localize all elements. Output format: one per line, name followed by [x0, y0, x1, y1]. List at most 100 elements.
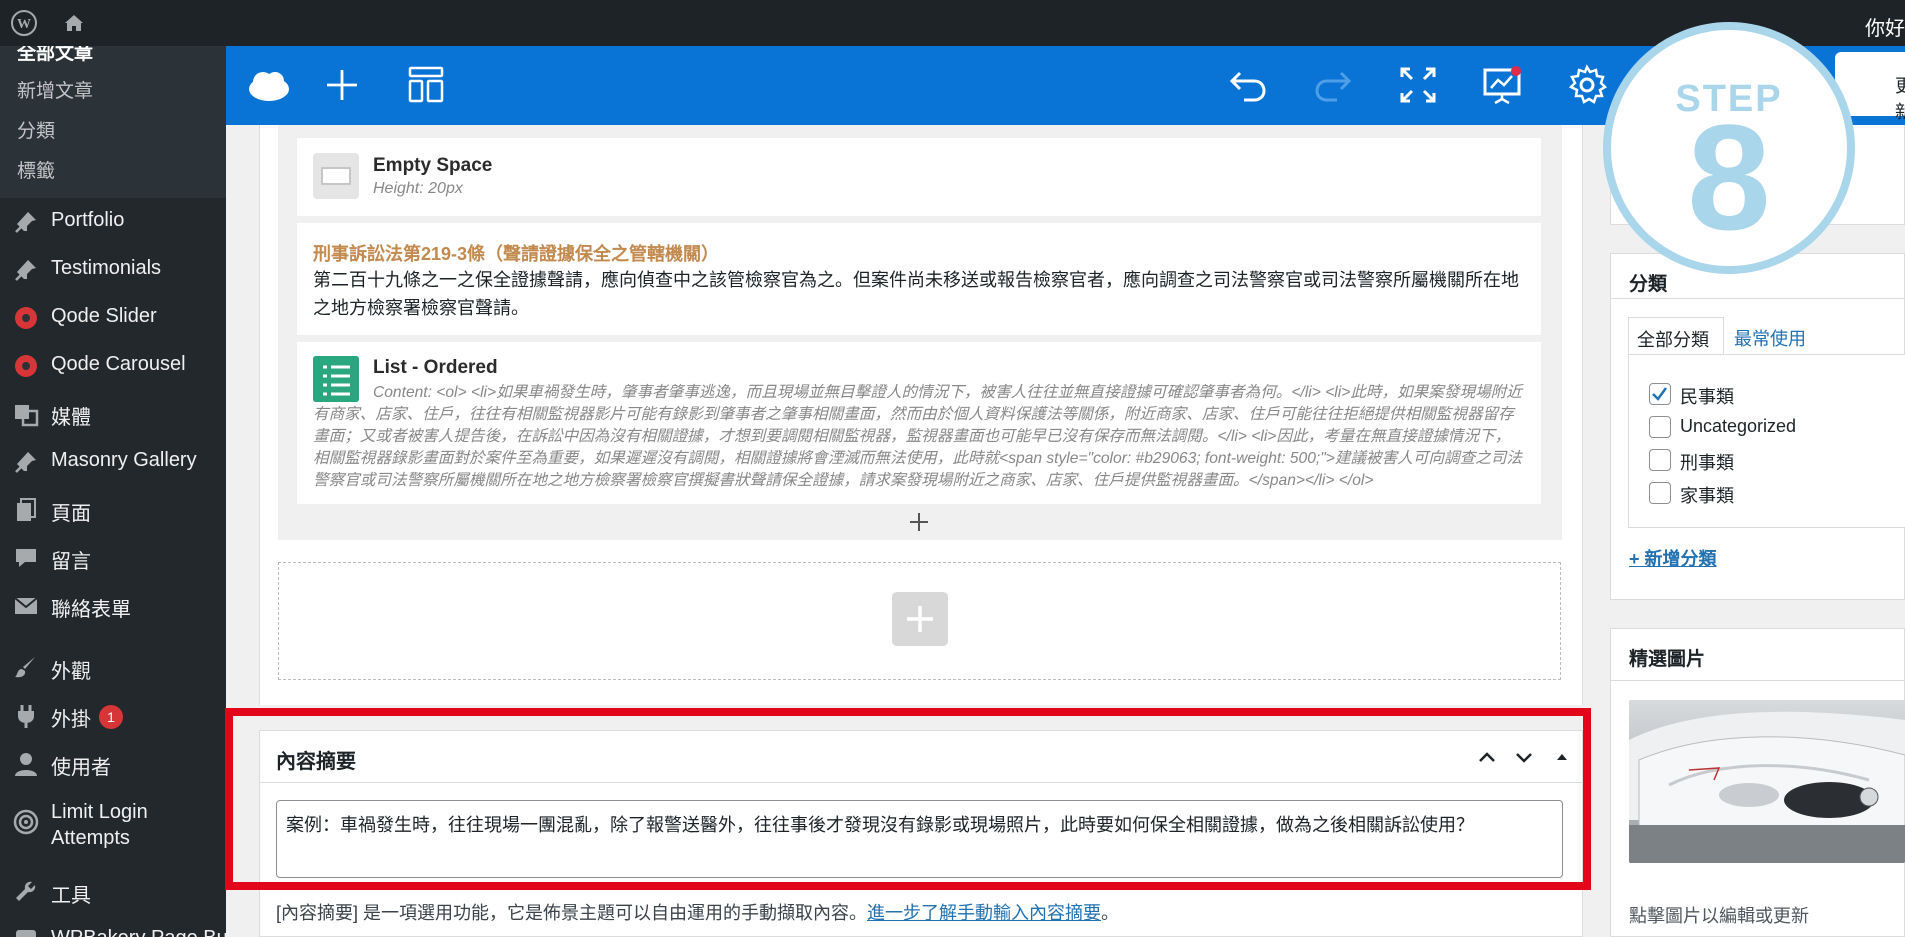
excerpt-learn-more-link[interactable]: 進一步了解手動輸入內容摘要: [867, 903, 1101, 923]
brush-icon: [15, 657, 35, 678]
sidebar-item-label: Portfolio: [51, 209, 125, 231]
builder-icon: [16, 930, 36, 937]
user-greeting[interactable]: 你好: [1865, 12, 1905, 41]
category-checkbox[interactable]: [1649, 482, 1671, 504]
categories-title: 分類: [1629, 274, 1668, 295]
add-to-row-icon[interactable]: [907, 510, 931, 534]
featured-image-hint: 點擊圖片以編輯或更新: [1629, 906, 1809, 926]
plugin-update-badge: 1: [99, 705, 123, 729]
admin-bar: W 你好: [0, 0, 1905, 46]
sidebar-item-label: Masonry Gallery: [51, 449, 197, 471]
featured-image-title: 精選圖片: [1629, 649, 1706, 670]
submenu-categories[interactable]: 分類: [17, 116, 55, 143]
sidebar-item-label: 頁面: [51, 503, 91, 525]
checkmark-icon: [1652, 387, 1668, 401]
excerpt-help-text: [內容摘要] 是一項選用功能，它是佈景主題可以自由運用的手動擷取內容。: [276, 903, 867, 923]
sidebar-item-label: WPBakery Page Builder: [51, 927, 226, 937]
empty-space-icon: [313, 153, 359, 199]
category-label: 家事類: [1680, 486, 1734, 506]
undo-icon[interactable]: [1226, 63, 1270, 107]
sidebar-item-label: 留言: [51, 551, 91, 573]
sidebar-item-testimonials[interactable]: Testimonials: [0, 247, 226, 291]
category-checkbox[interactable]: [1649, 449, 1671, 471]
sidebar-item-label: Testimonials: [51, 257, 162, 279]
featured-image-thumbnail[interactable]: [1629, 700, 1905, 863]
add-element-button[interactable]: [892, 592, 948, 646]
category-label: 民事類: [1680, 387, 1734, 407]
element-title: List - Ordered: [373, 357, 498, 378]
category-checkbox[interactable]: [1649, 383, 1671, 405]
sidebar-item-media[interactable]: 媒體: [0, 391, 226, 435]
admin-sidebar: 全部文章 新增文章 分類 標籤 Portfolio Testimonials Q…: [0, 46, 226, 937]
slider-icon: [15, 355, 37, 377]
sidebar-item-contact-form[interactable]: 聯絡表單: [0, 583, 226, 627]
sidebar-item-label: 外掛: [51, 709, 91, 731]
excerpt-help: [內容摘要] 是一項選用功能，它是佈景主題可以自由運用的手動擷取內容。進一步了解…: [276, 899, 1119, 925]
user-icon: [15, 753, 37, 776]
sidebar-item-masonry-gallery[interactable]: Masonry Gallery: [0, 439, 226, 483]
sidebar-item-portfolio[interactable]: Portfolio: [0, 199, 226, 243]
preview-icon[interactable]: [1480, 63, 1524, 107]
sidebar-item-plugins[interactable]: 外掛 1: [0, 693, 226, 737]
law-article-title: 刑事訴訟法第219-3條（聲請證據保全之管轄機關）: [313, 244, 720, 264]
plugin-icon: [18, 705, 34, 728]
sidebar-item-label: Qode Slider: [51, 305, 157, 327]
sidebar-item-tools[interactable]: 工具: [0, 869, 226, 913]
sidebar-item-comments[interactable]: 留言: [0, 535, 226, 579]
add-element-icon[interactable]: [320, 63, 364, 107]
sidebar-item-label: 工具: [51, 885, 91, 907]
category-label: 刑事類: [1680, 453, 1734, 473]
list-content-preview: Content: <ol> <li>如果車禍發生時，肇事者肇事逃逸，而且現場並無…: [313, 384, 1522, 489]
wordpress-logo-icon[interactable]: W: [10, 9, 38, 37]
sidebar-item-label: 外觀: [51, 661, 91, 683]
empty-space-element[interactable]: [297, 138, 1541, 216]
sidebar-item-label: Limit Login Attempts: [51, 801, 148, 849]
sidebar-item-limit-login-attempts[interactable]: Limit Login Attempts: [0, 789, 226, 859]
posts-submenu: 全部文章 新增文章 分類 標籤: [0, 46, 226, 198]
step-badge: STEP 8: [1603, 22, 1855, 274]
home-icon[interactable]: [62, 11, 86, 35]
excerpt-help-suffix: 。: [1101, 903, 1119, 923]
fullscreen-icon[interactable]: [1396, 63, 1440, 107]
pin-icon: [15, 212, 36, 233]
shield-icon: [13, 809, 39, 835]
sidebar-item-label: 聯絡表單: [51, 599, 131, 621]
tab-most-used[interactable]: 最常使用: [1734, 325, 1806, 351]
mail-icon: [14, 597, 38, 614]
templates-icon[interactable]: [404, 63, 448, 107]
sidebar-item-label: 使用者: [51, 757, 111, 779]
sidebar-item-label: Qode Carousel: [51, 353, 186, 375]
sidebar-item-wpbakery[interactable]: WPBakery Page Builder: [0, 917, 226, 937]
sidebar-item-label: 媒體: [51, 407, 91, 429]
step-number: 8: [1687, 93, 1771, 261]
sidebar-item-qode-slider[interactable]: Qode Slider: [0, 295, 226, 339]
panel-divider: [1610, 298, 1905, 299]
sidebar-item-qode-carousel[interactable]: Qode Carousel: [0, 343, 226, 387]
update-button-label: 更新: [1895, 76, 1905, 122]
sidebar-item-pages[interactable]: 頁面: [0, 487, 226, 531]
svg-text:W: W: [17, 17, 31, 32]
settings-gear-icon[interactable]: [1565, 63, 1609, 107]
element-subtitle: Height: 20px: [373, 180, 463, 197]
add-category-link[interactable]: + 新增分類: [1629, 545, 1717, 571]
sidebar-item-appearance[interactable]: 外觀: [0, 645, 226, 689]
submenu-tags[interactable]: 標籤: [17, 156, 55, 183]
panel-divider: [1610, 680, 1905, 681]
media-icon: [15, 405, 39, 427]
pin-icon: [15, 260, 36, 281]
sidebar-item-users[interactable]: 使用者: [0, 741, 226, 785]
slider-icon: [15, 307, 37, 329]
redo-icon[interactable]: [1311, 63, 1355, 107]
page-icon: [17, 498, 36, 521]
law-article-body: 第二百十九條之一之保全證據聲請，應向偵查中之該管檢察官為之。但案件尚未移送或報告…: [313, 270, 1519, 318]
tab-all-categories[interactable]: 全部分類: [1628, 317, 1724, 355]
element-title: Empty Space: [373, 155, 493, 176]
category-label: Uncategorized: [1680, 416, 1797, 436]
cloud-logo-icon[interactable]: [247, 63, 291, 107]
category-checkbox[interactable]: [1649, 416, 1671, 438]
submenu-new-post[interactable]: 新增文章: [17, 76, 93, 103]
submenu-all-posts[interactable]: 全部文章: [17, 46, 93, 65]
pin-icon: [15, 452, 36, 473]
comment-icon: [16, 549, 36, 567]
highlight-frame: [225, 708, 1591, 890]
